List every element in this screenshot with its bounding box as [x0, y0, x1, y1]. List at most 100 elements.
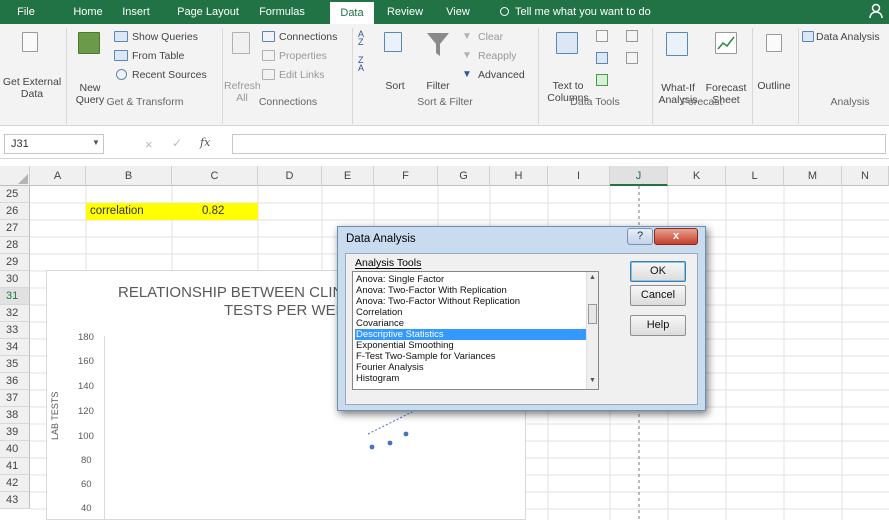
row-header[interactable]: 30	[0, 271, 30, 288]
list-item[interactable]: Covariance	[355, 318, 588, 329]
list-item[interactable]: Correlation	[355, 307, 588, 318]
row-header[interactable]: 29	[0, 254, 30, 271]
row-header[interactable]: 25	[0, 186, 30, 203]
group-sort-filter: Sort & Filter	[417, 96, 473, 108]
connections-button[interactable]: Connections	[262, 29, 346, 45]
list-item[interactable]: Anova: Two-Factor Without Replication	[355, 296, 588, 307]
scroll-thumb[interactable]	[588, 304, 597, 324]
list-scrollbar[interactable]: ▲ ▼	[586, 272, 598, 389]
column-header[interactable]: B	[86, 166, 172, 186]
refresh-all-button[interactable]: Refresh All	[224, 28, 261, 104]
tab-file[interactable]: File	[6, 0, 46, 24]
properties-button[interactable]: Properties	[262, 48, 346, 64]
show-queries-button[interactable]: Show Queries	[114, 29, 210, 45]
column-header[interactable]: F	[374, 166, 438, 186]
table-icon	[114, 50, 128, 61]
list-item[interactable]: Exponential Smoothing	[355, 340, 588, 351]
column-header-selected[interactable]: J	[610, 166, 668, 186]
analysis-tools-list[interactable]: Anova: Single Factor Anova: Two-Factor W…	[352, 271, 599, 390]
row-header-selected[interactable]: 31	[0, 288, 30, 305]
column-header[interactable]: N	[842, 166, 889, 186]
reapply-button[interactable]: ▼ Reapply	[462, 48, 532, 64]
row-header[interactable]: 42	[0, 475, 30, 492]
row-header[interactable]: 41	[0, 458, 30, 475]
from-table-button[interactable]: From Table	[114, 48, 210, 64]
consolidate-button[interactable]	[626, 30, 638, 42]
column-header[interactable]: C	[172, 166, 258, 186]
row-header[interactable]: 43	[0, 492, 30, 509]
column-header[interactable]: E	[322, 166, 374, 186]
tell-me-box[interactable]: Tell me what you want to do	[500, 0, 651, 24]
tab-view[interactable]: View	[440, 0, 476, 24]
confirm-entry-icon[interactable]: ✓	[172, 136, 182, 150]
cell-b26[interactable]: correlation	[86, 203, 172, 220]
tab-data[interactable]: Data	[330, 2, 374, 24]
row-header[interactable]: 27	[0, 220, 30, 237]
row-header[interactable]: 37	[0, 390, 30, 407]
scroll-down-arrow[interactable]: ▼	[589, 377, 596, 384]
row-header[interactable]: 28	[0, 237, 30, 254]
select-all-corner[interactable]	[0, 166, 30, 186]
row-header[interactable]: 26	[0, 203, 30, 220]
row-header[interactable]: 33	[0, 322, 30, 339]
column-header[interactable]: A	[30, 166, 86, 186]
row-header[interactable]: 35	[0, 356, 30, 373]
clear-button[interactable]: ▼ Clear	[462, 29, 532, 45]
list-item[interactable]: F-Test Two-Sample for Variances	[355, 351, 588, 362]
tab-home[interactable]: Home	[68, 0, 108, 24]
formula-input[interactable]	[232, 134, 886, 154]
cell-c26[interactable]: 0.82	[172, 203, 258, 220]
column-header[interactable]: K	[668, 166, 726, 186]
cancel-button[interactable]: Cancel	[630, 285, 686, 306]
tab-review[interactable]: Review	[382, 0, 428, 24]
list-item-selected[interactable]: Descriptive Statistics	[355, 329, 588, 340]
account-icon[interactable]	[869, 3, 883, 19]
list-item[interactable]: Fourier Analysis	[355, 362, 588, 373]
cancel-entry-icon[interactable]: ×	[145, 137, 153, 152]
outline-button[interactable]: Outline	[754, 28, 794, 94]
tab-insert[interactable]: Insert	[116, 0, 156, 24]
insert-function-icon[interactable]: fx	[200, 136, 210, 149]
sort-ascending-button[interactable]: AZ	[358, 30, 372, 47]
row-header[interactable]: 32	[0, 305, 30, 322]
data-validation-button[interactable]	[596, 74, 608, 86]
data-analysis-button[interactable]: Data Analysis	[802, 29, 888, 45]
sort-button[interactable]: Sort	[378, 28, 412, 94]
list-item[interactable]: Histogram	[355, 373, 588, 384]
recent-sources-button[interactable]: Recent Sources	[114, 67, 214, 83]
column-header[interactable]: H	[490, 166, 548, 186]
scroll-up-arrow[interactable]: ▲	[589, 274, 596, 281]
row-header[interactable]: 40	[0, 441, 30, 458]
list-item[interactable]: Anova: Two-Factor With Replication	[355, 285, 588, 296]
relationships-button[interactable]	[626, 52, 638, 64]
what-if-analysis-button[interactable]: What-If Analysis	[654, 28, 702, 106]
dialog-help-button[interactable]: ?	[627, 228, 653, 245]
name-box-dropdown-icon[interactable]: ▼	[92, 138, 100, 147]
edit-links-button[interactable]: Edit Links	[262, 67, 346, 83]
dialog-close-button[interactable]: x	[654, 228, 698, 245]
column-header[interactable]: I	[548, 166, 610, 186]
advanced-button[interactable]: ▼ Advanced	[462, 67, 532, 83]
tab-page-layout[interactable]: Page Layout	[172, 0, 244, 24]
forecast-sheet-button[interactable]: Forecast Sheet	[704, 28, 748, 106]
row-header[interactable]: 36	[0, 373, 30, 390]
text-to-columns-button[interactable]: Text to Columns	[542, 28, 594, 104]
help-button[interactable]: Help	[630, 315, 686, 336]
column-header[interactable]: M	[784, 166, 842, 186]
flash-fill-button[interactable]	[596, 30, 608, 42]
row-header[interactable]: 34	[0, 339, 30, 356]
row-header[interactable]: 38	[0, 407, 30, 424]
row-header[interactable]: 39	[0, 424, 30, 441]
column-header[interactable]: L	[726, 166, 784, 186]
list-item[interactable]: Anova: Single Factor	[355, 274, 588, 285]
get-external-data-button[interactable]: Get External Data	[2, 28, 61, 100]
name-box[interactable]: J31	[4, 134, 104, 154]
ok-button[interactable]: OK	[630, 261, 686, 282]
filter-button[interactable]: Filter	[420, 28, 456, 94]
column-header[interactable]: G	[438, 166, 490, 186]
tab-formulas[interactable]: Formulas	[252, 0, 312, 24]
remove-duplicates-button[interactable]	[596, 52, 608, 64]
new-query-button[interactable]: New Query	[70, 28, 110, 106]
column-header[interactable]: D	[258, 166, 322, 186]
sort-descending-button[interactable]: ZA	[358, 56, 372, 73]
